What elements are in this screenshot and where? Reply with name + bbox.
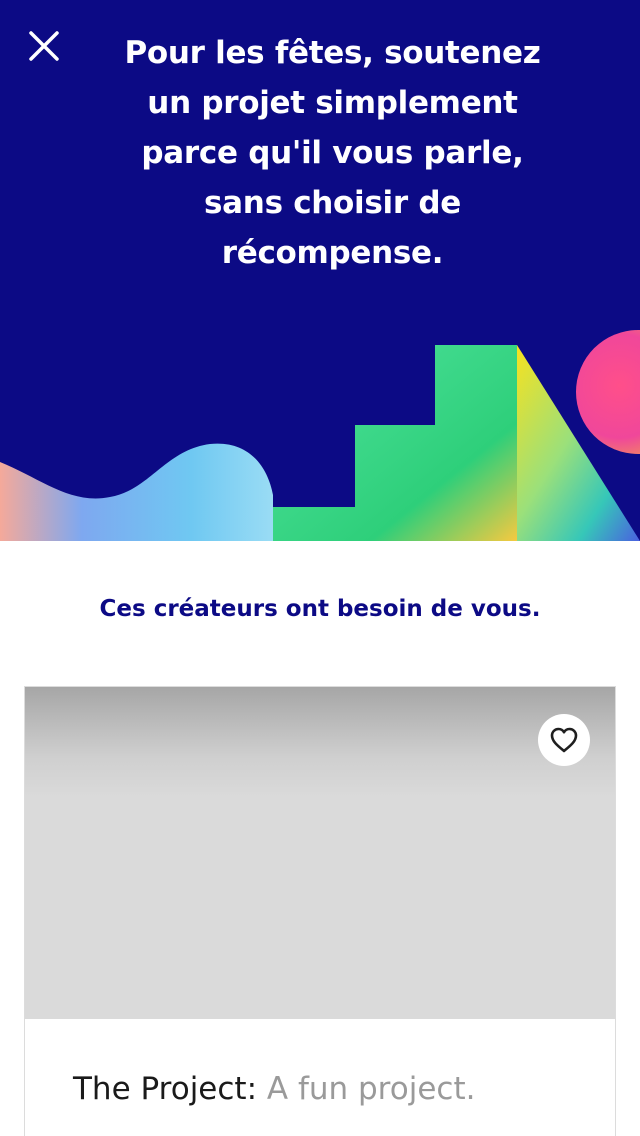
favorite-button[interactable] [538, 714, 590, 766]
page-title: Pour les fêtes, soutenez un projet simpl… [124, 35, 541, 271]
project-blurb: A fun project. [257, 1071, 476, 1107]
project-image[interactable] [25, 687, 615, 1019]
project-card-body: The Project: A fun project. [25, 1019, 615, 1109]
screen: Pour les fêtes, soutenez un projet simpl… [0, 0, 640, 1136]
project-name[interactable]: The Project: [73, 1071, 257, 1107]
close-icon [29, 31, 59, 61]
heart-outline-icon [550, 727, 578, 753]
close-button[interactable] [20, 22, 68, 70]
project-card[interactable]: The Project: A fun project. [24, 686, 616, 1136]
hero-banner: Pour les fêtes, soutenez un projet simpl… [0, 0, 640, 541]
section-heading: Ces créateurs ont besoin de vous. [99, 596, 541, 622]
